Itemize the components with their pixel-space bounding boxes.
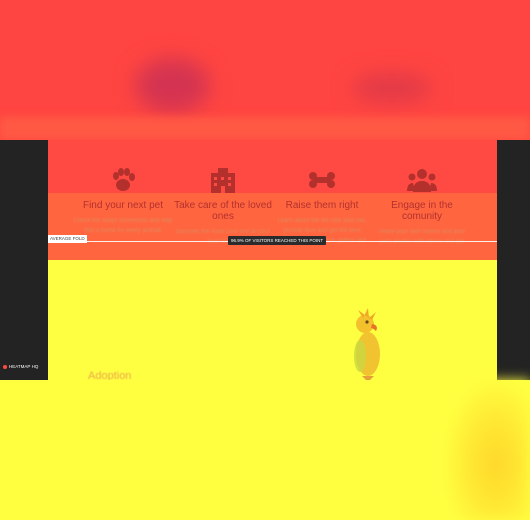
- bottom-blurred-image: [445, 380, 530, 520]
- feature-title: Raise them right: [285, 200, 359, 211]
- feature-description: Share your own stories and your pet's ph…: [378, 229, 466, 245]
- adoption-section: Adoption: [48, 260, 497, 382]
- users-icon: [407, 169, 437, 192]
- left-margin: [0, 140, 48, 380]
- feature-title: Engage in the comunity: [391, 200, 453, 222]
- hero-strip: [0, 117, 530, 140]
- bone-icon: [309, 172, 335, 188]
- feature-title: Find your next pet: [82, 200, 164, 211]
- average-fold-badge: AVERAGE FOLD: [48, 235, 87, 243]
- hero-blurred-image: [135, 58, 210, 113]
- feature-description: Check the adopt connection and help find…: [73, 218, 173, 234]
- right-margin: [497, 140, 530, 380]
- feature-title: Take care of the loved ones: [174, 200, 272, 222]
- paw-icon: [113, 168, 135, 191]
- heatmap-badge[interactable]: HEATMAP HQ: [0, 362, 42, 371]
- heatmap-badge-label: HEATMAP HQ: [9, 364, 39, 369]
- parrot-image: [354, 308, 380, 380]
- heatmap-page: Find your next pet Check the adopt conne…: [0, 0, 530, 520]
- scroll-reach-badge: 96.9% OF VISITORS REACHED THIS POINT: [228, 236, 327, 245]
- building-icon: [211, 168, 235, 193]
- hero-section: [0, 0, 530, 140]
- record-dot-icon: [3, 364, 7, 369]
- bottom-section: [0, 380, 530, 520]
- hero-blurred-text: [352, 73, 432, 103]
